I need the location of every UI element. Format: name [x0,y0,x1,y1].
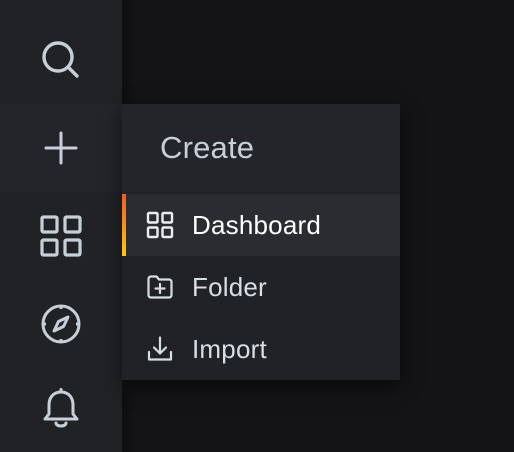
folder-plus-icon [147,275,173,299]
compass-icon [41,304,81,344]
create-dropdown-menu: Create Dashboard Folder Import [122,104,400,380]
app-window: Create Dashboard Folder Import [0,0,514,452]
sidebar-item-dashboards[interactable] [0,192,122,280]
menu-item-label: Import [192,333,267,364]
sidebar-item-alerting[interactable] [0,366,122,452]
menu-title: Create [160,130,255,165]
sidebar-item-create[interactable] [0,104,122,192]
menu-item-label: Dashboard [192,209,321,240]
menu-item-import[interactable]: Import [122,318,400,380]
create-menu-header[interactable]: Create [122,104,400,192]
import-icon [147,336,173,361]
apps-icon [146,211,174,239]
bell-icon [43,388,79,428]
sidebar-item-explore[interactable] [0,280,122,368]
search-icon [42,41,79,78]
apps-icon [40,215,82,257]
sidebar [0,0,122,452]
plus-icon [44,131,78,165]
menu-item-folder[interactable]: Folder [122,256,400,318]
sidebar-item-search[interactable] [0,16,122,104]
menu-item-label: Folder [192,271,267,302]
menu-item-dashboard[interactable]: Dashboard [122,194,400,256]
